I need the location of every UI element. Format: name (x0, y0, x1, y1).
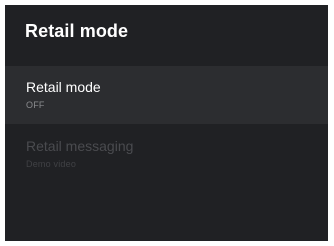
retail-messaging-value: Demo video (26, 159, 77, 169)
retail-mode-value: OFF (26, 100, 45, 110)
settings-panel: Retail mode Retail mode OFF Retail messa… (5, 5, 328, 241)
retail-messaging-label: Retail messaging (26, 138, 134, 154)
retail-mode-label: Retail mode (26, 79, 101, 95)
screen-frame: Retail mode Retail mode OFF Retail messa… (0, 0, 334, 246)
panel-title: Retail mode (25, 21, 129, 41)
retail-messaging-option: Retail messaging Demo video (5, 129, 328, 179)
retail-mode-option[interactable]: Retail mode OFF (5, 66, 328, 124)
